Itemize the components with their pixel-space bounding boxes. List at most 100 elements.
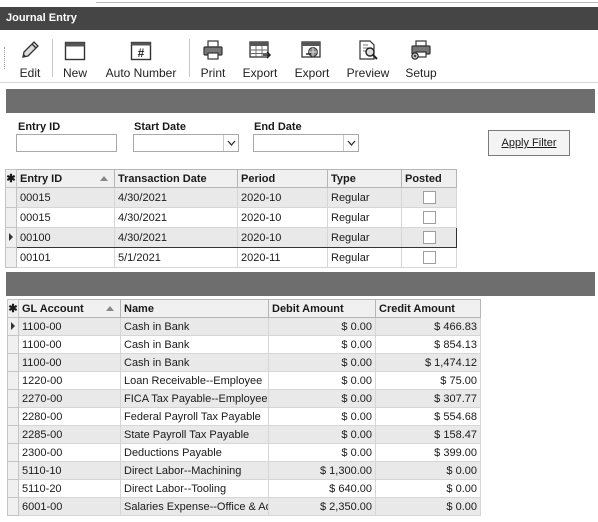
print-button[interactable]: Print [196,37,230,80]
transaction-date-cell[interactable]: 4/30/2021 [114,207,238,228]
debit-amount-cell[interactable]: $ 0.00 [268,371,376,390]
row-selector[interactable] [5,247,17,268]
row-selector[interactable] [7,371,19,390]
gl-account-cell[interactable]: 5110-10 [18,461,121,480]
table-row[interactable]: 1100-00 Cash in Bank $ 0.00 $ 854.13 [7,335,481,354]
credit-amount-cell[interactable]: $ 1,474.12 [375,353,481,372]
credit-amount-cell[interactable]: $ 75.00 [375,371,481,390]
table-row[interactable]: 00015 4/30/2021 2020-10 Regular [5,207,457,228]
column-header-entry-id[interactable]: Entry ID [16,169,115,188]
gl-account-cell[interactable]: 2270-00 [18,389,121,408]
credit-amount-cell[interactable]: $ 158.47 [375,425,481,444]
table-row[interactable]: 2285-00 State Payroll Tax Payable $ 0.00… [7,425,481,444]
gl-account-cell[interactable]: 2285-00 [18,425,121,444]
debit-amount-cell[interactable]: $ 0.00 [268,407,376,426]
debit-amount-cell[interactable]: $ 2,350.00 [268,497,376,516]
row-selector[interactable] [7,389,19,408]
type-cell[interactable]: Regular [327,187,402,208]
table-row[interactable]: 00015 4/30/2021 2020-10 Regular [5,187,457,208]
column-header-gl-account[interactable]: GL Account [18,299,121,318]
gl-account-cell[interactable]: 2300-00 [18,443,121,462]
transaction-date-cell[interactable]: 4/30/2021 [114,187,238,208]
column-header-period[interactable]: Period [237,169,328,188]
account-name-cell[interactable]: Loan Receivable--Employee [120,371,269,390]
row-selector[interactable] [7,335,19,354]
preview-button[interactable]: Preview [343,37,393,80]
type-cell[interactable]: Regular [327,227,402,248]
table-row[interactable]: 1220-00 Loan Receivable--Employee $ 0.00… [7,371,481,390]
period-cell[interactable]: 2020-11 [237,247,328,268]
debit-amount-cell[interactable]: $ 0.00 [268,353,376,372]
posted-checkbox[interactable] [422,251,436,264]
table-row[interactable]: 5110-10 Direct Labor--Machining $ 1,300.… [7,461,481,480]
debit-amount-cell[interactable]: $ 0.00 [268,425,376,444]
row-selector[interactable] [7,443,19,462]
row-selector[interactable] [5,227,17,248]
column-header-credit-amount[interactable]: Credit Amount [375,299,481,318]
period-cell[interactable]: 2020-10 [237,207,328,228]
account-name-cell[interactable]: Direct Labor--Machining [120,461,269,480]
table-row-current[interactable]: 1100-00 Cash in Bank $ 0.00 $ 466.83 [7,317,481,336]
debit-amount-cell[interactable]: $ 0.00 [268,389,376,408]
transaction-date-cell[interactable]: 4/30/2021 [114,227,238,248]
credit-amount-cell[interactable]: $ 0.00 [375,461,481,480]
column-header-debit-amount[interactable]: Debit Amount [268,299,376,318]
row-selector[interactable] [7,317,19,336]
period-cell[interactable]: 2020-10 [237,187,328,208]
account-name-cell[interactable]: Cash in Bank [120,317,269,336]
account-name-cell[interactable]: Federal Payroll Tax Payable [120,407,269,426]
period-cell[interactable]: 2020-10 [237,227,328,248]
row-selector[interactable] [5,187,17,208]
row-selector[interactable] [5,207,17,228]
credit-amount-cell[interactable]: $ 307.77 [375,389,481,408]
table-row[interactable]: 5110-20 Direct Labor--Tooling $ 640.00 $… [7,479,481,498]
chevron-down-icon[interactable] [223,135,238,151]
entry-id-cell[interactable]: 00100 [16,227,115,248]
end-date-picker[interactable] [253,134,359,152]
type-cell[interactable]: Regular [327,247,402,268]
debit-amount-cell[interactable]: $ 1,300.00 [268,461,376,480]
apply-filter-button[interactable]: Apply Filter [488,130,570,156]
credit-amount-cell[interactable]: $ 0.00 [375,497,481,516]
row-selector[interactable] [7,497,19,516]
credit-amount-cell[interactable]: $ 399.00 [375,443,481,462]
account-name-cell[interactable]: FICA Tax Payable--Employee [120,389,269,408]
table-row[interactable]: 2270-00 FICA Tax Payable--Employee $ 0.0… [7,389,481,408]
column-header-posted[interactable]: Posted [401,169,457,188]
row-selector[interactable] [7,461,19,480]
edit-button[interactable]: Edit [12,37,48,80]
type-cell[interactable]: Regular [327,207,402,228]
gl-account-cell[interactable]: 5110-20 [18,479,121,498]
row-selector[interactable] [7,479,19,498]
account-name-cell[interactable]: Deductions Payable [120,443,269,462]
entry-id-input[interactable] [16,134,117,152]
chevron-down-icon[interactable] [343,135,358,151]
table-row[interactable]: 2280-00 Federal Payroll Tax Payable $ 0.… [7,407,481,426]
start-date-picker[interactable] [133,134,239,152]
column-header-type[interactable]: Type [327,169,402,188]
new-button[interactable]: New [58,37,92,80]
credit-amount-cell[interactable]: $ 466.83 [375,317,481,336]
account-name-cell[interactable]: State Payroll Tax Payable [120,425,269,444]
table-row[interactable]: 2300-00 Deductions Payable $ 0.00 $ 399.… [7,443,481,462]
export-button[interactable]: Export [239,37,281,80]
auto-number-button[interactable]: # Auto Number [101,37,181,80]
gl-account-cell[interactable]: 1100-00 [18,335,121,354]
table-row-current[interactable]: 00100 4/30/2021 2020-10 Regular [5,227,457,248]
table-row[interactable]: 1100-00 Cash in Bank $ 0.00 $ 1,474.12 [7,353,481,372]
transaction-date-cell[interactable]: 5/1/2021 [114,247,238,268]
credit-amount-cell[interactable]: $ 0.00 [375,479,481,498]
posted-checkbox[interactable] [422,211,436,224]
debit-amount-cell[interactable]: $ 640.00 [268,479,376,498]
debit-amount-cell[interactable]: $ 0.00 [268,443,376,462]
entry-id-cell[interactable]: 00015 [16,187,115,208]
credit-amount-cell[interactable]: $ 854.13 [375,335,481,354]
column-header-name[interactable]: Name [120,299,269,318]
posted-checkbox[interactable] [422,191,436,204]
gl-account-cell[interactable]: 1220-00 [18,371,121,390]
account-name-cell[interactable]: Salaries Expense--Office & Admin [120,497,269,516]
debit-amount-cell[interactable]: $ 0.00 [268,317,376,336]
credit-amount-cell[interactable]: $ 554.68 [375,407,481,426]
toolbar-grip[interactable] [4,47,6,69]
row-selector[interactable] [7,425,19,444]
